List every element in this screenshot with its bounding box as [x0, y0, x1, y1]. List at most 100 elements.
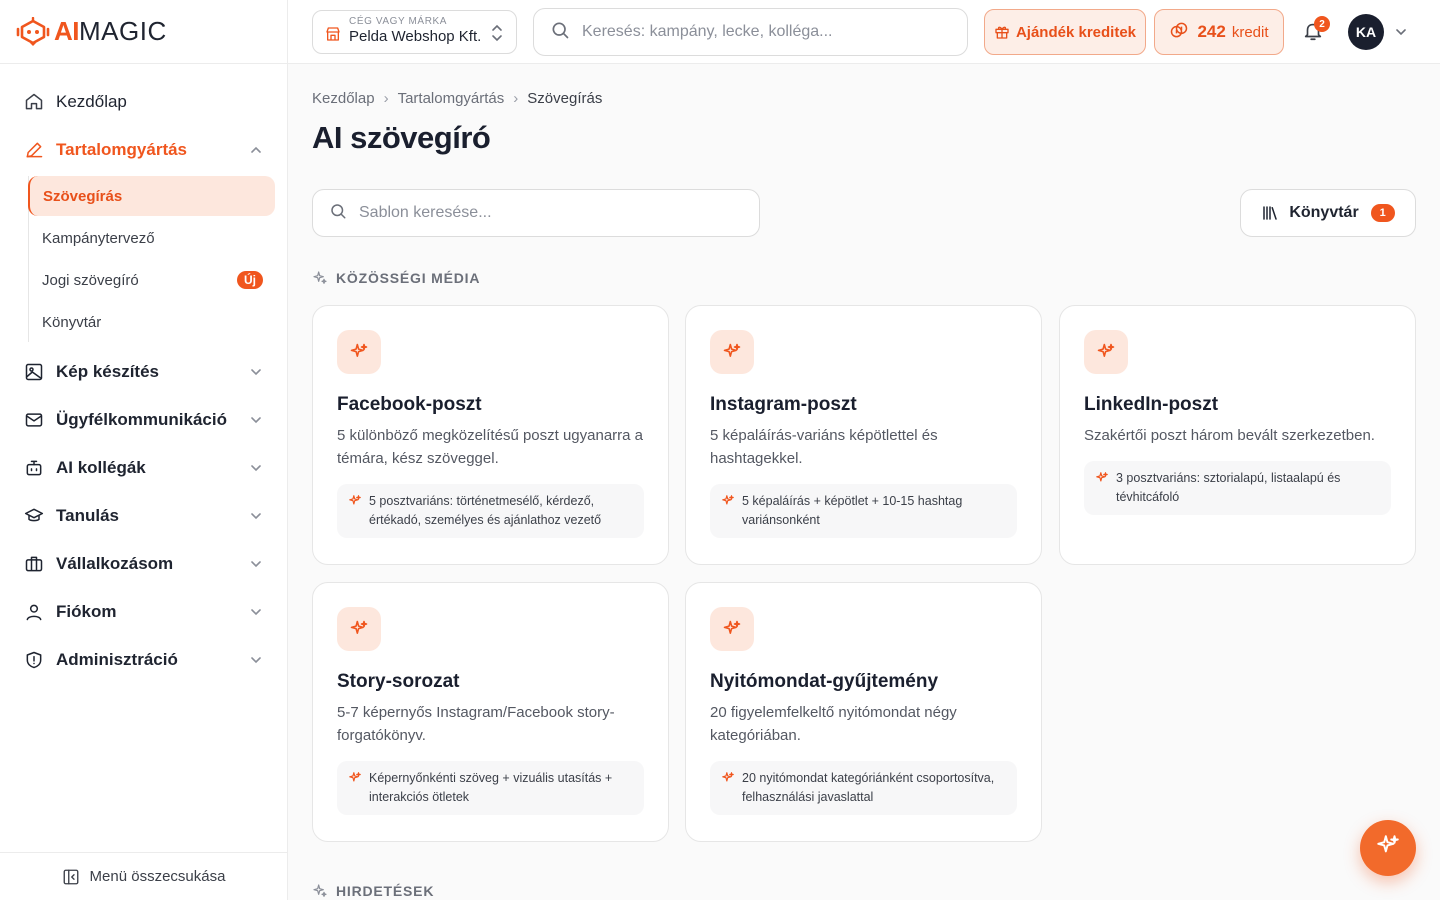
chevron-down-icon [251, 369, 261, 376]
sidebar-item-label: Kép készítés [56, 362, 159, 381]
sidebar-item-label: Ügyfélkommunikáció [56, 410, 227, 429]
sidebar-item-label: Adminisztráció [56, 650, 178, 669]
template-card-title: Nyitómondat-gyűjtemény [710, 671, 939, 692]
new-badge: Új [237, 271, 263, 289]
template-card-description: 5 képaláírás-variáns képötlettel és hash… [710, 427, 938, 467]
section-label-ads: HIRDETÉSEK [312, 883, 434, 899]
main-content: Kezdőlap › Tartalomgyártás › Szövegírás … [288, 64, 1440, 900]
chevron-up-icon [251, 146, 261, 153]
sidebar-item-label: Vállalkozásom [56, 554, 174, 573]
library-button[interactable]: Könyvtár 1 [1240, 189, 1416, 237]
sidebar-item-content[interactable]: Tartalomgyártás [12, 126, 275, 174]
chevron-down-icon [251, 561, 261, 568]
sparkles-icon [1084, 330, 1128, 374]
sparkles-icon [312, 270, 328, 286]
sidebar-subitem-label: Kampánytervező [42, 229, 155, 247]
sidebar-item-learning[interactable]: Tanulás [12, 492, 275, 540]
breadcrumb-home[interactable]: Kezdőlap [312, 90, 375, 107]
sidebar-nav: Kezdőlap Tartalomgyártás Szövegírás Kamp… [0, 64, 287, 684]
chevron-up-down-icon [490, 24, 504, 47]
credits-value: 242 [1197, 22, 1226, 41]
chevron-right-icon: › [383, 90, 389, 107]
template-card-title: Story-sorozat [337, 671, 460, 692]
sparkles-icon [721, 494, 735, 508]
sidebar-submenu-content: Szövegírás Kampánytervező Jogi szövegíró… [28, 176, 275, 342]
sidebar-subitem-label: Könyvtár [42, 313, 102, 331]
section-label-social-media: KÖZÖSSÉGI MÉDIA [312, 270, 480, 286]
collapse-menu-label: Menü összecsukása [89, 868, 226, 885]
template-card-story-series[interactable]: Story-sorozat 5-7 képernyős Instagram/Fa… [312, 582, 669, 842]
sidebar-item-label: Fiókom [56, 602, 117, 621]
chevron-down-icon [251, 465, 261, 472]
image-icon [24, 362, 44, 382]
chevron-down-icon [251, 657, 261, 664]
sidebar-subitem-label: Jogi szövegíró [42, 271, 139, 289]
avatar[interactable]: KA [1348, 14, 1384, 50]
template-search[interactable] [312, 189, 760, 237]
template-card-opening-lines[interactable]: Nyitómondat-gyűjtemény 20 figyelemfelkel… [685, 582, 1042, 842]
sidebar-item-label: AI kollégák [56, 458, 146, 477]
section-label-text: HIRDETÉSEK [336, 883, 435, 899]
sidebar-item-ai-colleagues[interactable]: AI kollégák [12, 444, 275, 492]
template-card-note: 20 nyitómondat kategóriánként csoportosí… [710, 761, 1017, 815]
global-search[interactable] [533, 8, 968, 56]
graduation-cap-icon [24, 506, 44, 526]
template-search-input[interactable] [359, 204, 719, 222]
brand-selector[interactable]: CÉG VAGY MÁRKA Pelda Webshop Kft. [312, 10, 517, 54]
notifications-button[interactable]: 2 [1302, 16, 1330, 44]
template-card-note: Képernyőnkénti szöveg + vizuális utasítá… [337, 761, 644, 815]
sidebar-subitem-label: Szövegírás [43, 187, 123, 205]
brand-selector-caption: CÉG VAGY MÁRKA [349, 16, 448, 27]
top-header: CÉG VAGY MÁRKA Pelda Webshop Kft. Ajándé… [288, 0, 1440, 64]
chevron-down-icon[interactable] [1394, 25, 1408, 44]
global-search-input[interactable] [582, 23, 942, 41]
user-icon [24, 602, 44, 622]
breadcrumb: Kezdőlap › Tartalomgyártás › Szövegírás [312, 90, 602, 107]
sparkles-icon [721, 771, 735, 785]
coins-icon [1169, 20, 1189, 45]
template-card-instagram-post[interactable]: Instagram-poszt 5 képaláírás-variáns kép… [685, 305, 1042, 565]
ai-assistant-fab-button[interactable] [1360, 820, 1416, 876]
template-card-note: 3 posztvariáns: sztorialapú, listaalapú … [1084, 461, 1391, 515]
template-card-note-text: 5 képaláírás + képötlet + 10-15 hashtag … [742, 494, 963, 527]
sparkles-icon [337, 607, 381, 651]
sparkles-icon [348, 771, 362, 785]
brand-selector-value: Pelda Webshop Kft. [349, 28, 482, 45]
collapse-menu-button[interactable]: Menü összecsukása [0, 852, 287, 900]
sidebar-subitem-library[interactable]: Könyvtár [29, 302, 275, 342]
sidebar-collapse-icon [62, 868, 80, 886]
sidebar-item-business[interactable]: Vállalkozásom [12, 540, 275, 588]
credits-unit: kredit [1231, 23, 1269, 41]
logo[interactable]: AI MAGIC [0, 0, 287, 64]
logo-mark: AI MAGIC [16, 16, 167, 47]
bot-icon [24, 458, 44, 478]
template-card-title: Facebook-poszt [337, 394, 482, 415]
sidebar-subitem-legal-writer[interactable]: Jogi szövegíró Új [29, 260, 275, 300]
breadcrumb-current: Szövegírás [527, 90, 603, 107]
gift-credits-button[interactable]: Ajándék kreditek [984, 9, 1146, 55]
store-icon [325, 26, 341, 47]
sidebar-subitem-campaign-planner[interactable]: Kampánytervező [29, 218, 275, 258]
template-card-note-text: 5 posztvariáns: történetmesélő, kérdező,… [369, 494, 602, 527]
template-card-linkedin-post[interactable]: LinkedIn-poszt Szakértői poszt három bev… [1059, 305, 1416, 565]
credits-button[interactable]: 242 kredit [1154, 9, 1284, 55]
sparkles-icon [337, 330, 381, 374]
library-count-badge: 1 [1370, 204, 1395, 222]
sidebar-item-admin[interactable]: Adminisztráció [12, 636, 275, 684]
breadcrumb-content[interactable]: Tartalomgyártás [398, 90, 505, 107]
sidebar-item-label: Tartalomgyártás [56, 140, 188, 159]
template-card-facebook-post[interactable]: Facebook-poszt 5 különböző megközelítésű… [312, 305, 669, 565]
sidebar-item-image[interactable]: Kép készítés [12, 348, 275, 396]
sidebar-item-account[interactable]: Fiókom [12, 588, 275, 636]
sidebar-subitem-copywriting[interactable]: Szövegírás [28, 176, 275, 216]
template-card-description: 20 figyelemfelkeltő nyitómondat négy kat… [710, 704, 957, 744]
sidebar-item-home[interactable]: Kezdőlap [12, 78, 275, 126]
sidebar-item-label: Kezdőlap [56, 92, 127, 111]
sidebar-item-customer-communication[interactable]: Ügyfélkommunikáció [12, 396, 275, 444]
sparkles-icon [1375, 833, 1401, 864]
template-card-description: 5-7 képernyős Instagram/Facebook story-f… [337, 704, 615, 744]
gift-credits-label: Ajándék kreditek [1015, 23, 1137, 41]
section-label-text: KÖZÖSSÉGI MÉDIA [336, 270, 481, 286]
library-label: Könyvtár [1289, 204, 1359, 221]
notification-count-badge: 2 [1314, 16, 1330, 32]
